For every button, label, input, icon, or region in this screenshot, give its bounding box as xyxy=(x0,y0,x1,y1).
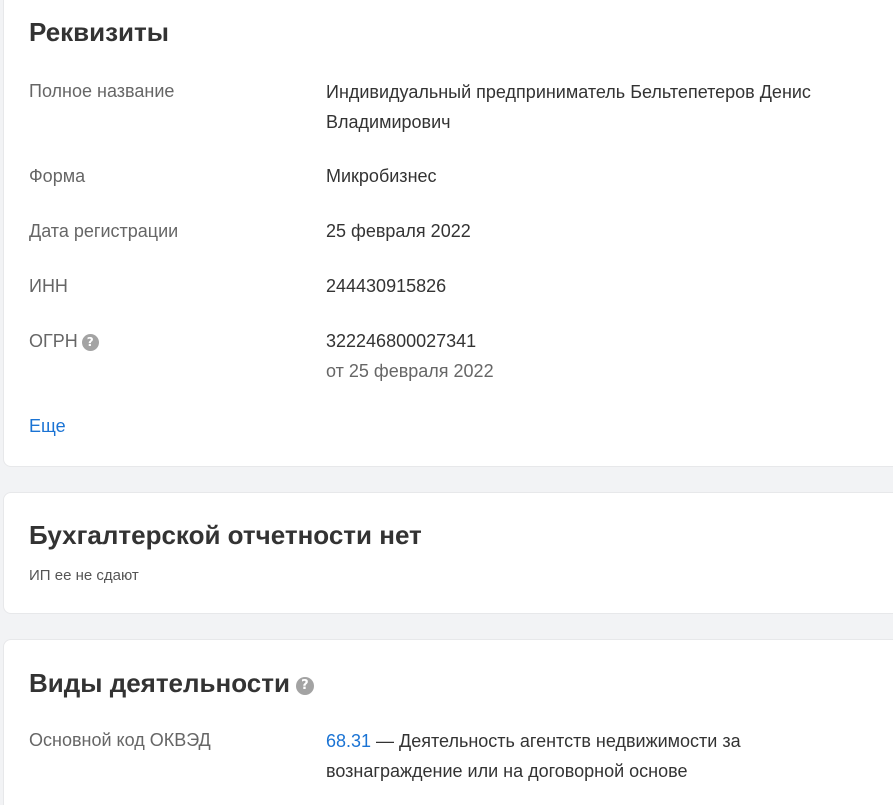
inn-value: 244430915826 xyxy=(326,276,447,296)
main-okved-value: 68.31 — Деятельность агентств недвижимос… xyxy=(326,726,866,786)
ogrn-date: от 25 февраля 2022 xyxy=(326,361,494,381)
ogrn-label-row: ОГРН? xyxy=(29,327,99,355)
ogrn-label: ОГРН xyxy=(29,331,78,351)
full-name-value: Индивидуальный предприниматель Бельтепет… xyxy=(326,82,811,132)
more-link[interactable]: Еще xyxy=(29,412,66,440)
question-circle-icon[interactable]: ? xyxy=(81,334,99,351)
requisites-card: Реквизиты Полное название Индивидуальный… xyxy=(3,0,893,467)
okved-code-link[interactable]: 68.31 xyxy=(326,731,371,751)
accounting-note: ИП ее не сдают xyxy=(29,567,139,584)
form-value: Микробизнес xyxy=(326,166,437,186)
okved-description: — Деятельность агентств недвижимости за … xyxy=(326,731,741,781)
full-name-label: Полное название xyxy=(29,81,175,101)
form-label: Форма xyxy=(29,166,86,186)
requisites-title: Реквизиты xyxy=(29,17,169,47)
activities-card: Виды деятельности? Основной код ОКВЭД 68… xyxy=(3,639,893,805)
question-circle-icon[interactable]: ? xyxy=(295,677,314,695)
activities-title: Виды деятельности xyxy=(29,668,290,698)
main-okved-label: Основной код ОКВЭД xyxy=(29,730,211,750)
page: Реквизиты Полное название Индивидуальный… xyxy=(0,0,893,805)
reg-date-value: 25 февраля 2022 xyxy=(326,221,471,241)
inn-label: ИНН xyxy=(29,276,68,296)
accounting-card: Бухгалтерской отчетности нет ИП ее не сд… xyxy=(3,492,893,614)
reg-date-label: Дата регистрации xyxy=(29,221,179,241)
accounting-title: Бухгалтерской отчетности нет xyxy=(29,520,422,550)
activities-title-row: Виды деятельности? xyxy=(29,668,314,698)
ogrn-value: 322246800027341 xyxy=(326,331,477,351)
